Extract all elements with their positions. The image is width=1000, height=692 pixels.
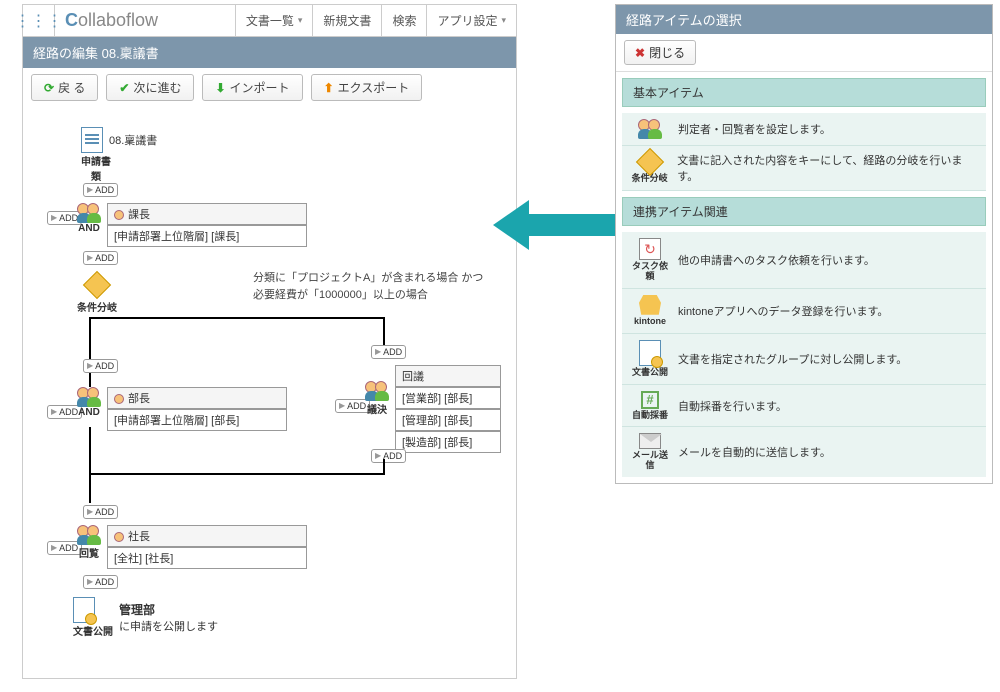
doc-title: 08.稟議書 — [109, 132, 157, 148]
add-point[interactable]: ADD — [83, 181, 118, 197]
item-branch[interactable]: 条件分岐 文書に記入された内容をキーにして、経路の分岐を行います。 — [622, 146, 986, 191]
close-icon: ✖ — [635, 46, 645, 60]
flow-doc-node[interactable]: 08.稟議書 申請書類 — [81, 127, 157, 183]
back-button[interactable]: ⟳戻 る — [31, 74, 98, 101]
connector-line — [89, 317, 385, 319]
connector-line — [383, 459, 385, 473]
document-publish-icon — [73, 597, 95, 623]
item-autonum[interactable]: #自動採番 自動採番を行います。 — [622, 385, 986, 428]
item-kintone[interactable]: kintone kintoneアプリへのデータ登録を行います。 — [622, 289, 986, 334]
item-mail[interactable]: メール送信 メールを自動的に送信します。 — [622, 427, 986, 477]
connector-line — [89, 473, 385, 475]
import-button[interactable]: ⬇インポート — [202, 74, 302, 101]
menu-app-settings[interactable]: アプリ設定▾ — [426, 5, 516, 37]
diamond-icon — [635, 148, 663, 176]
document-publish-icon — [639, 340, 661, 366]
export-button[interactable]: ⬆エクスポート — [311, 74, 423, 101]
add-point[interactable]: ADD — [371, 447, 406, 463]
topbar: ⋮⋮⋮ Collaboflow 文書一覧▾ 新規文書 検索 アプリ設定▾ — [23, 5, 516, 37]
refresh-icon: ⟳ — [44, 81, 54, 95]
connector-line — [89, 317, 91, 387]
diamond-icon — [83, 271, 111, 299]
mail-icon — [639, 433, 661, 449]
task-icon — [639, 238, 661, 260]
toolbar: ⟳戻 る ✔次に進む ⬇インポート ⬆エクスポート — [23, 68, 516, 107]
main-window: ⋮⋮⋮ Collaboflow 文書一覧▾ 新規文書 検索 アプリ設定▾ 経路の… — [22, 4, 517, 679]
flow-approver-1[interactable]: AND 課長 [申請部署上位階層] [課長] — [77, 203, 307, 247]
item-docpub[interactable]: 文書公開 文書を指定されたグループに対し公開します。 — [622, 334, 986, 385]
apps-grid-icon[interactable]: ⋮⋮⋮ — [23, 5, 55, 37]
menu-documents[interactable]: 文書一覧▾ — [235, 5, 313, 37]
flow-council-node[interactable]: 議決 回議 [営業部] [部長] [管理部] [部長] [製造部] [部長] — [365, 365, 501, 453]
popup-bar: ✖閉じる — [616, 34, 992, 72]
flow-canvas: 08.稟議書 申請書類 ADD ADD AND 課長 [申請部署上位階層] [課… — [23, 107, 516, 692]
doc-label: 申請書類 — [81, 153, 111, 183]
item-task[interactable]: タスク依頼 他の申請書へのタスク依頼を行います。 — [622, 232, 986, 289]
top-menu: 文書一覧▾ 新規文書 検索 アプリ設定▾ — [235, 5, 516, 37]
branch-condition-text: 分類に「プロジェクトA」が含まれる場合 かつ必要経費が「1000000」以上の場… — [253, 270, 483, 303]
flow-publish-node[interactable]: 文書公開 管理部 に申請を公開します — [73, 597, 218, 638]
add-point[interactable]: ADD — [83, 573, 118, 589]
brand-logo: Collaboflow — [55, 10, 235, 31]
close-button[interactable]: ✖閉じる — [624, 40, 696, 65]
kintone-icon — [639, 295, 661, 315]
chevron-down-icon: ▾ — [298, 15, 303, 26]
add-point[interactable]: ADD — [371, 343, 406, 359]
hash-icon: # — [641, 391, 659, 409]
chevron-down-icon: ▾ — [501, 15, 506, 26]
check-icon: ✔ — [119, 81, 129, 95]
next-button[interactable]: ✔次に進む — [106, 74, 194, 101]
titlebar: 経路の編集 08.稟議書 — [23, 37, 516, 68]
add-point[interactable]: ADD — [83, 503, 118, 519]
flow-reviewer-node[interactable]: 回覧 社長 [全社] [社長] — [77, 525, 307, 569]
connector-line — [89, 473, 91, 503]
add-point[interactable]: ADD — [83, 249, 118, 265]
document-icon — [81, 127, 103, 153]
item-approver[interactable]: 判定者・回覧者を設定します。 — [622, 113, 986, 146]
flow-branch-node[interactable]: 条件分岐 — [77, 275, 117, 314]
item-selection-popup: 経路アイテムの選択 ✖閉じる 基本アイテム 判定者・回覧者を設定します。 条件分… — [615, 4, 993, 484]
add-point[interactable]: ADD — [83, 357, 118, 373]
big-left-arrow — [493, 200, 628, 250]
import-icon: ⬇ — [215, 81, 225, 95]
export-icon: ⬆ — [324, 81, 334, 95]
section-integration-head: 連携アイテム関連 — [622, 197, 986, 226]
menu-search[interactable]: 検索 — [381, 5, 426, 37]
flow-approver-2[interactable]: AND 部長 [申請部署上位階層] [部長] — [77, 387, 287, 431]
popup-title: 経路アイテムの選択 — [616, 5, 992, 34]
menu-new-doc[interactable]: 新規文書 — [312, 5, 381, 37]
section-basic-head: 基本アイテム — [622, 78, 986, 107]
